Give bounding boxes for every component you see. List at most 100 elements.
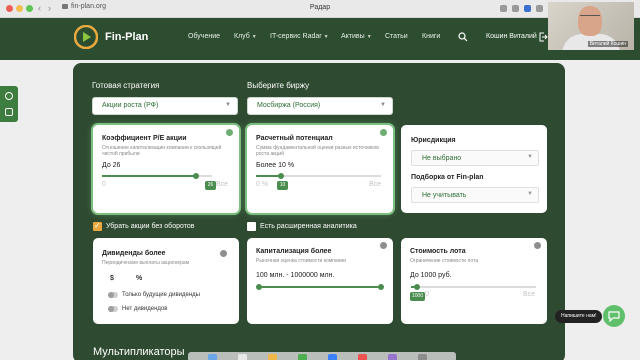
selection-select[interactable]: Не учитывать ▼ xyxy=(411,187,539,203)
capitalization-value: 100 млн. - 1000000 млн. xyxy=(256,272,335,279)
person-glasses xyxy=(580,15,600,19)
potential-subtitle: Сумма фундаментальной оценки разных исто… xyxy=(256,145,379,157)
chat-bubble[interactable]: Напишите нам! xyxy=(555,310,603,323)
lot-badge: 1000 xyxy=(410,292,426,301)
jurisdiction-select[interactable]: Не выбрано ▼ xyxy=(411,150,539,166)
nav-item-club[interactable]: Клуб ▼ xyxy=(234,33,257,40)
chevron-down-icon: ▼ xyxy=(527,154,533,160)
selection-label: Подборка от Fin-plan xyxy=(411,174,484,181)
app-icon[interactable] xyxy=(328,354,337,360)
webcam-overlay: Виталий Кошин xyxy=(548,2,634,50)
extension-icon[interactable] xyxy=(512,5,519,12)
chevron-down-icon: ▼ xyxy=(366,34,372,40)
slider-handle-min[interactable] xyxy=(256,284,262,290)
potential-title: Расчетный потенциал xyxy=(256,135,333,142)
chevron-down-icon: ▼ xyxy=(527,191,533,197)
nav-item-articles[interactable]: Статьи xyxy=(385,33,408,40)
app-icon[interactable] xyxy=(298,354,307,360)
site-header: Fin-Plan Обучение Клуб ▼ IT-сервис Radar ▼… xyxy=(0,18,640,60)
app-icon[interactable] xyxy=(268,354,277,360)
slider-handle-max[interactable] xyxy=(378,284,384,290)
future-dividends-label: Только будущие дивиденды xyxy=(122,292,200,298)
pe-subtitle: Отношение капитализации компании к сколь… xyxy=(102,145,222,157)
filter-panel: Готовая стратегия Акции роста (РФ) ▼ Выб… xyxy=(73,63,565,360)
no-dividends-toggle[interactable] xyxy=(108,306,118,312)
capitalization-card[interactable]: Капитализация более Рыночная оценка стои… xyxy=(247,238,393,324)
potential-min: 0 % xyxy=(256,181,269,188)
lot-max: Все xyxy=(523,291,536,298)
currency-unit-button[interactable]: $ xyxy=(110,275,114,282)
lock-icon xyxy=(62,4,68,9)
capitalization-title: Капитализация более xyxy=(256,248,332,255)
chat-icon xyxy=(608,311,620,322)
back-icon[interactable]: ‹ xyxy=(38,3,41,13)
dividends-card[interactable]: Дивиденды более Периодические выплаты ак… xyxy=(93,238,239,324)
pe-slider[interactable] xyxy=(102,173,212,179)
extended-analytics-checkbox[interactable] xyxy=(247,222,256,231)
nav-item-education[interactable]: Обучение xyxy=(188,33,220,40)
inactive-indicator xyxy=(534,242,541,249)
exchange-select[interactable]: Мосбиржа (Россия) ▼ xyxy=(247,97,393,115)
nav-item-books[interactable]: Книги xyxy=(422,33,440,40)
minimize-window-button[interactable] xyxy=(16,5,23,12)
slider-handle[interactable] xyxy=(278,173,284,179)
exchange-label: Выберите биржу xyxy=(247,81,310,90)
app-icon[interactable] xyxy=(388,354,397,360)
search-icon[interactable] xyxy=(458,32,468,42)
user-name[interactable]: Кошин Виталий xyxy=(486,33,537,40)
forward-icon[interactable]: › xyxy=(48,3,51,13)
remove-no-turnover-checkbox[interactable] xyxy=(93,221,102,231)
active-indicator xyxy=(226,129,233,136)
future-dividends-toggle[interactable] xyxy=(108,292,118,298)
app-icon[interactable] xyxy=(358,354,367,360)
remove-no-turnover-label: Убрать акции без оборотов xyxy=(106,223,195,230)
inactive-indicator xyxy=(220,250,227,257)
zoom-window-button[interactable] xyxy=(26,5,33,12)
side-tab[interactable] xyxy=(0,86,18,122)
slider-handle[interactable] xyxy=(192,173,199,179)
strategy-label: Готовая стратегия xyxy=(92,81,160,90)
inactive-indicator xyxy=(380,242,387,249)
address-bar[interactable]: fin-plan.org xyxy=(62,3,106,10)
briefcase-icon[interactable] xyxy=(5,108,13,116)
potential-value: Более 10 % xyxy=(256,162,295,169)
nav-item-radar[interactable]: IT-сервис Radar ▼ xyxy=(270,33,329,40)
chevron-down-icon: ▼ xyxy=(251,34,257,40)
no-dividends-label: Нет дивидендов xyxy=(122,306,168,312)
close-window-button[interactable] xyxy=(6,5,13,12)
extension-icon[interactable] xyxy=(536,5,543,12)
extension-icon[interactable] xyxy=(500,5,507,12)
shield-icon[interactable] xyxy=(524,5,531,12)
browser-toolbar: ‹ › fin-plan.org Радар xyxy=(0,0,640,18)
capitalization-subtitle: Рыночная оценка стоимости компании xyxy=(256,258,346,264)
app-icon[interactable] xyxy=(238,354,247,360)
webcam-label: Виталий Кошин xyxy=(587,41,628,47)
extended-analytics-label: Есть расширенная аналитика xyxy=(260,223,357,230)
strategy-select[interactable]: Акции роста (РФ) ▼ xyxy=(92,97,238,115)
address-text: fin-plan.org xyxy=(71,3,107,10)
logout-icon[interactable] xyxy=(538,32,548,42)
lot-slider[interactable] xyxy=(411,284,536,290)
capitalization-slider[interactable] xyxy=(256,284,384,290)
lot-min: 0 xyxy=(425,291,429,298)
chat-button[interactable] xyxy=(603,305,625,327)
logo-text[interactable]: Fin-Plan xyxy=(105,31,148,43)
pe-card[interactable]: Коэффициент P/E акции Отношение капитали… xyxy=(93,125,239,213)
nav-item-assets[interactable]: Активы ▼ xyxy=(341,33,372,40)
pe-min: 0 xyxy=(102,181,106,188)
percent-unit-button[interactable]: % xyxy=(136,275,142,282)
pe-value: До 26 xyxy=(102,162,121,169)
potential-badge: 10 xyxy=(277,181,288,190)
potential-max: Все xyxy=(369,181,382,188)
potential-card[interactable]: Расчетный потенциал Сумма фундаментально… xyxy=(247,125,393,213)
chevron-down-icon: ▼ xyxy=(225,102,231,108)
logo-icon[interactable] xyxy=(74,25,98,49)
lot-card[interactable]: Стоимость лота Ограничение стоимости лот… xyxy=(401,238,547,324)
jurisdiction-label: Юрисдикция xyxy=(411,137,456,144)
slider-handle[interactable] xyxy=(414,284,421,290)
potential-slider[interactable] xyxy=(256,173,381,179)
user-icon[interactable] xyxy=(5,92,13,100)
finder-icon[interactable] xyxy=(208,354,217,360)
person-head xyxy=(578,6,602,36)
app-icon[interactable] xyxy=(418,354,427,360)
